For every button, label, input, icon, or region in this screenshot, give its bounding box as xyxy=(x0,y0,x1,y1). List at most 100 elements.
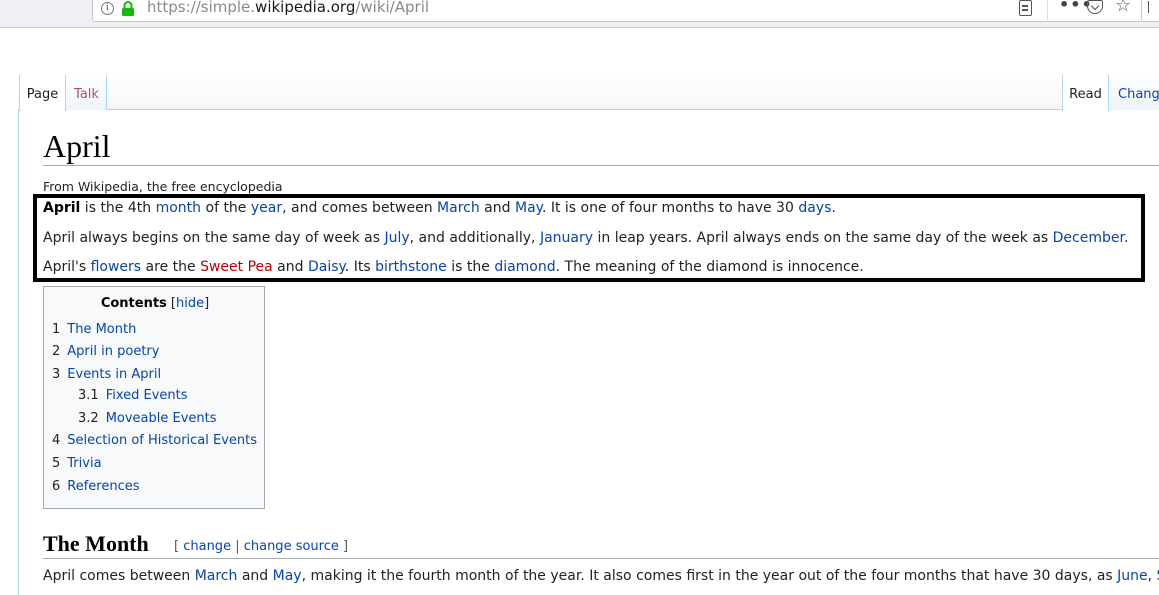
link-flowers[interactable]: flowers xyxy=(91,259,142,275)
toc-item[interactable]: 3.1 Fixed Events xyxy=(78,388,188,403)
toc-link[interactable]: Selection of Historical Events xyxy=(67,433,257,448)
toc-item[interactable]: 3.2 Moveable Events xyxy=(78,411,217,426)
text: and xyxy=(479,200,515,216)
section-paragraph: April comes between March and May, makin… xyxy=(43,566,1159,586)
link-month[interactable]: month xyxy=(156,200,201,216)
section-heading: The Month xyxy=(43,531,149,556)
link-march[interactable]: March xyxy=(437,200,480,216)
toc-item[interactable]: 3 Events in April xyxy=(52,367,161,382)
link-july[interactable]: July xyxy=(384,230,409,246)
toc-number: 3.2 xyxy=(78,411,99,426)
url-prefix: https://simple. xyxy=(147,0,256,16)
link-march[interactable]: March xyxy=(195,568,238,584)
link-december[interactable]: December xyxy=(1053,230,1124,246)
toc-number: 1 xyxy=(52,322,61,337)
link-june[interactable]: June xyxy=(1117,568,1148,584)
text: . xyxy=(1123,230,1129,246)
page-title: April xyxy=(43,128,111,164)
text: of the xyxy=(201,200,251,216)
toc-link[interactable]: References xyxy=(67,479,139,494)
text: and xyxy=(272,259,308,275)
toc-number: 3 xyxy=(52,367,61,382)
text: . xyxy=(831,200,836,216)
text: , and comes between xyxy=(282,200,438,216)
toc-number: 2 xyxy=(52,344,61,359)
tab-talk[interactable]: Talk xyxy=(67,75,107,110)
intro-paragraph-3: April's flowers are the Sweet Pea and Da… xyxy=(43,257,864,277)
lock-icon[interactable] xyxy=(121,1,135,16)
tab-page[interactable]: Page xyxy=(19,75,66,111)
url-domain: wikipedia.org xyxy=(255,0,356,16)
toc-item[interactable]: 6 References xyxy=(52,479,140,494)
link-january[interactable]: January xyxy=(540,230,593,246)
edit-source-link[interactable]: change source xyxy=(244,539,339,554)
site-tagline: From Wikipedia, the free encyclopedia xyxy=(43,179,283,194)
content-border-top xyxy=(18,109,1159,110)
toc-link[interactable]: Fixed Events xyxy=(106,388,188,403)
toc-item[interactable]: 4 Selection of Historical Events xyxy=(52,433,257,448)
toc-link[interactable]: Trivia xyxy=(67,456,101,471)
text: . Its xyxy=(344,259,376,275)
table-of-contents: Contents [hide] 1 The Month 2 April in poe… xyxy=(43,286,265,509)
text: April always begins on the same day of w… xyxy=(43,230,385,246)
text: , and additionally, xyxy=(409,230,540,246)
bold-april: April xyxy=(43,200,81,216)
text: , making it the fourth month of the year… xyxy=(301,568,1118,584)
url-text[interactable]: https://simple.wikipedia.org/wiki/April xyxy=(147,0,429,16)
pocket-icon[interactable] xyxy=(1087,0,1103,14)
toc-title: Contents xyxy=(100,296,167,311)
toc-number: 3.1 xyxy=(78,388,99,403)
text: are the xyxy=(141,259,201,275)
toc-item[interactable]: 2 April in poetry xyxy=(52,344,159,359)
toc-header: Contents [hide] xyxy=(44,296,266,311)
toc-bracket-close: ] xyxy=(204,296,210,311)
text: and xyxy=(237,568,273,584)
tab-change[interactable]: Change xyxy=(1110,75,1159,110)
text: is the 4th xyxy=(80,200,156,216)
edit-separator: | xyxy=(231,539,244,554)
section-edit-links: [ change | change source ] xyxy=(174,539,348,554)
content-border-left xyxy=(18,110,19,595)
link-year[interactable]: year xyxy=(251,200,282,216)
title-divider xyxy=(43,165,1159,166)
wiki-header xyxy=(18,75,1159,109)
link-may[interactable]: May xyxy=(273,568,302,584)
link-may[interactable]: May xyxy=(515,200,542,216)
intro-paragraph-2: April always begins on the same day of w… xyxy=(43,228,1128,248)
toc-link[interactable]: Moveable Events xyxy=(106,411,217,426)
edit-bracket-close: ] xyxy=(338,539,349,554)
library-button[interactable] xyxy=(1141,0,1159,22)
link-diamond[interactable]: diamond xyxy=(494,259,555,275)
tab-read[interactable]: Read xyxy=(1062,75,1109,111)
site-info-icon[interactable]: i xyxy=(101,2,114,15)
toc-number: 4 xyxy=(52,433,61,448)
library-icon xyxy=(1148,1,1158,13)
edit-bracket-open: [ xyxy=(174,539,184,554)
intro-paragraph-1: April is the 4th month of the year, and … xyxy=(43,198,836,218)
text: in leap years. April always ends on the … xyxy=(593,230,1053,246)
bookmark-star-icon[interactable]: ☆ xyxy=(1115,0,1131,16)
text: April comes between xyxy=(43,568,195,584)
link-days[interactable]: days xyxy=(798,200,831,216)
url-divider xyxy=(1047,0,1048,20)
text: . The meaning of the diamond is innocenc… xyxy=(555,259,864,275)
link-sweet-pea[interactable]: Sweet Pea xyxy=(200,259,273,275)
link-daisy[interactable]: Daisy xyxy=(308,259,345,275)
text: April's xyxy=(43,259,91,275)
toc-link[interactable]: Events in April xyxy=(67,367,161,382)
text: . It is one of four months to have 30 xyxy=(541,200,799,216)
url-bar[interactable]: i https://simple.wikipedia.org/wiki/Apri… xyxy=(92,0,1149,22)
toc-link[interactable]: The Month xyxy=(67,322,136,337)
link-birthstone[interactable]: birthstone xyxy=(375,259,447,275)
text: , xyxy=(1147,568,1157,584)
edit-change-link[interactable]: change xyxy=(183,539,231,554)
toc-item[interactable]: 1 The Month xyxy=(52,322,136,337)
url-path: /wiki/April xyxy=(355,0,430,16)
toc-item[interactable]: 5 Trivia xyxy=(52,456,102,471)
toc-hide-link[interactable]: hide xyxy=(176,296,204,311)
toc-number: 6 xyxy=(52,479,61,494)
reader-view-icon[interactable] xyxy=(1019,0,1032,16)
section-divider xyxy=(43,558,1159,559)
browser-toolbar: i https://simple.wikipedia.org/wiki/Apri… xyxy=(0,0,1159,28)
toc-link[interactable]: April in poetry xyxy=(67,344,159,359)
